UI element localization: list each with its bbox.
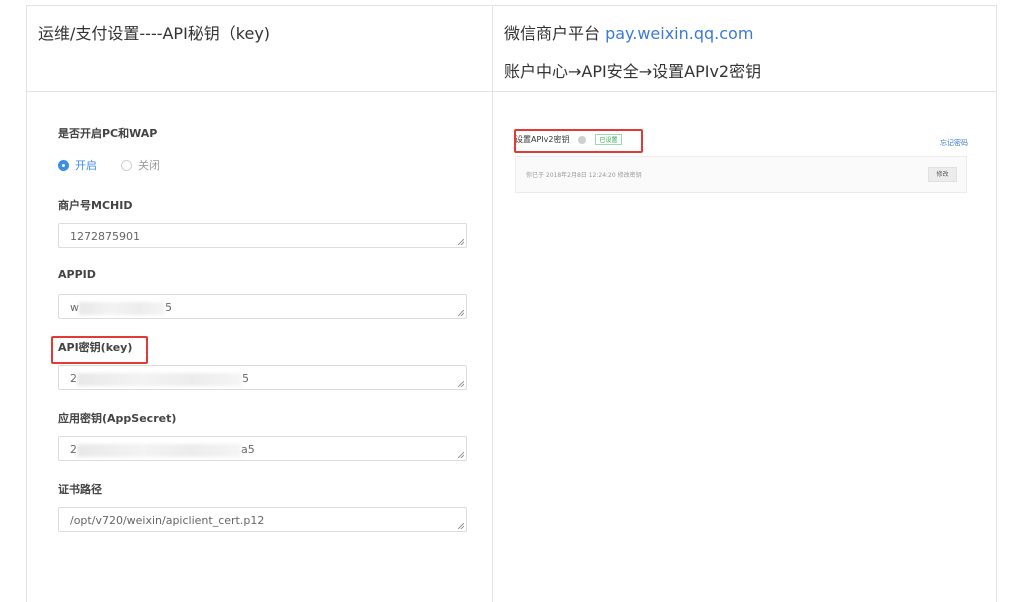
table-column-divider — [492, 5, 493, 602]
left-header-title: 运维/支付设置----API秘钥（key) — [38, 24, 271, 43]
table-header-divider — [27, 91, 996, 92]
content-table: 运维/支付设置----API秘钥（key) 微信商户平台 pay.weixin.… — [26, 5, 997, 602]
appid-prefix: w — [70, 301, 79, 314]
apiv2-highlight-box — [514, 129, 643, 153]
wechat-pay-screenshot: 设置APIv2密钥 已设置 忘记密码 你已于 2018年2月8日 12:24:2… — [489, 115, 981, 200]
app-secret-prefix: 2 — [70, 443, 77, 456]
api-key-highlight-box — [51, 336, 148, 364]
api-key-redaction — [77, 372, 242, 386]
mchid-input[interactable]: 1272875901 — [58, 223, 467, 248]
app-secret-input[interactable]: 2 a5 — [58, 436, 467, 461]
app-secret-suffix: a5 — [241, 443, 255, 456]
radio-off-label[interactable]: 关闭 — [138, 157, 160, 173]
enable-radio-group: 开启 关闭 — [58, 157, 160, 173]
radio-on[interactable] — [58, 159, 69, 171]
mchid-value: 1272875901 — [70, 230, 140, 243]
apiv2-key-card: 你已于 2018年2月8日 12:24:20 修改密钥 修改 — [515, 156, 967, 193]
platform-link[interactable]: pay.weixin.qq.com — [605, 24, 753, 43]
forgot-password-link[interactable]: 忘记密码 — [940, 138, 968, 148]
mchid-label: 商户号MCHID — [58, 199, 133, 212]
platform-name: 微信商户平台 — [504, 24, 606, 43]
api-key-input[interactable]: 25 — [58, 365, 467, 390]
api-key-suffix: 5 — [242, 372, 249, 385]
cert-path-value: /opt/v720/weixin/apiclient_cert.p12 — [70, 514, 265, 527]
appid-redaction — [79, 301, 165, 315]
right-header-line2: 账户中心→API安全→设置APIv2密钥 — [504, 62, 762, 81]
enable-label: 是否开启PC和WAP — [58, 127, 158, 140]
appid-suffix: 5 — [165, 301, 172, 314]
modify-button[interactable]: 修改 — [928, 167, 957, 182]
right-header-line1: 微信商户平台 pay.weixin.qq.com — [504, 20, 753, 44]
radio-on-label[interactable]: 开启 — [75, 157, 97, 173]
app-secret-label: 应用密钥(AppSecret) — [58, 412, 177, 425]
cert-path-label: 证书路径 — [58, 483, 102, 496]
cert-path-input[interactable]: /opt/v720/weixin/apiclient_cert.p12 — [58, 507, 467, 532]
radio-off[interactable] — [121, 159, 132, 171]
app-secret-redaction — [77, 443, 241, 457]
modified-time-text: 你已于 2018年2月8日 12:24:20 修改密钥 — [526, 172, 642, 179]
table-top-border — [27, 5, 996, 6]
appid-input[interactable]: w5 — [58, 294, 467, 319]
api-key-prefix: 2 — [70, 372, 77, 385]
appid-label: APPID — [58, 268, 96, 281]
